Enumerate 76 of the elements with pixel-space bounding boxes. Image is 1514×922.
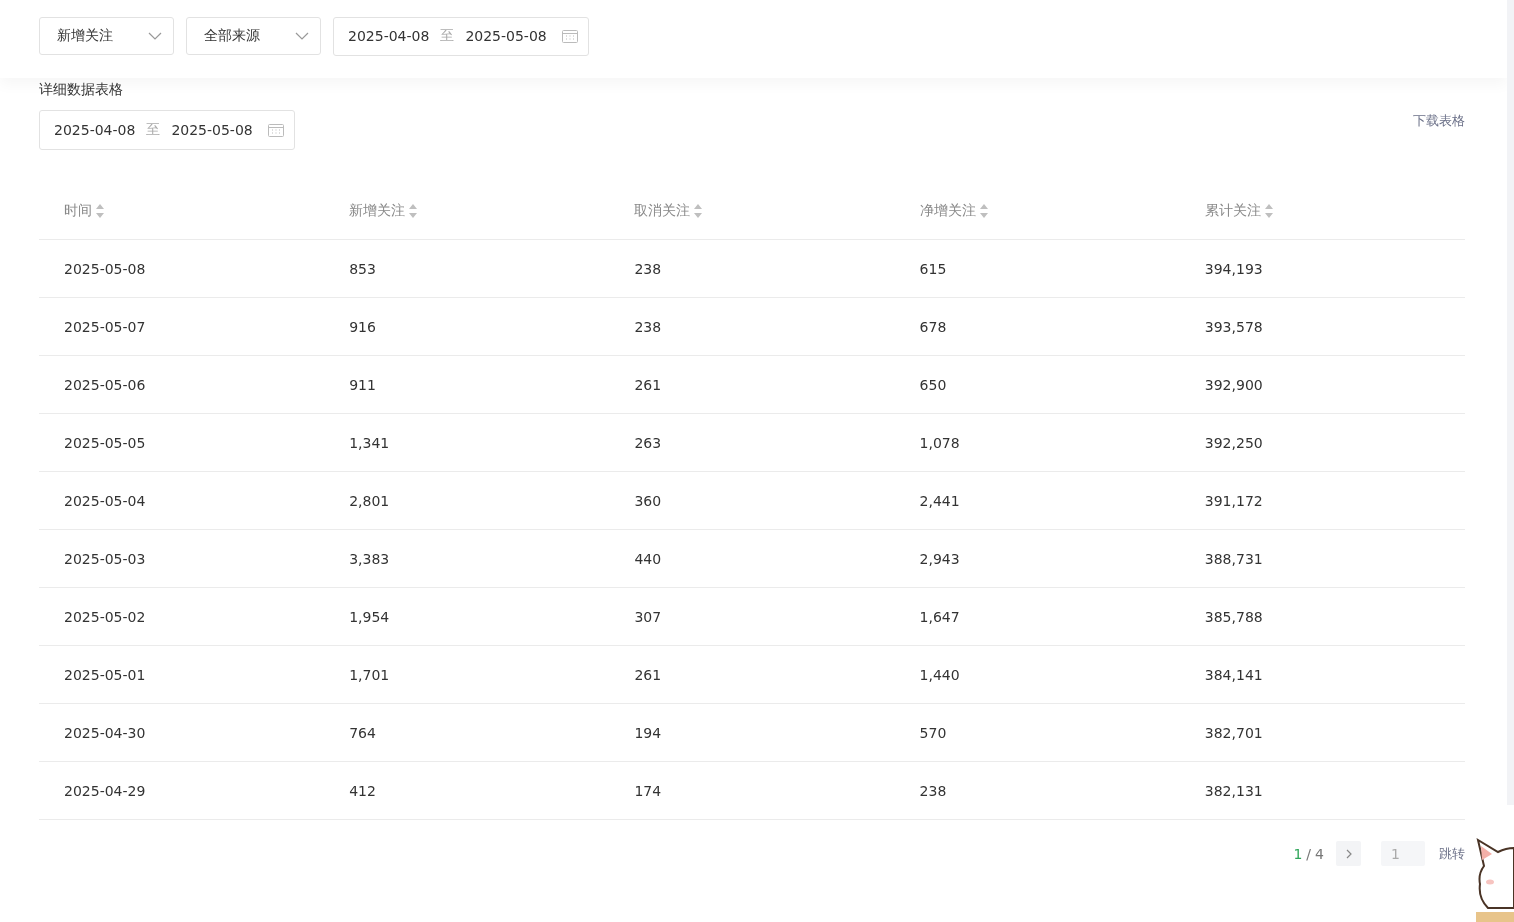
table-cell: 261 — [634, 666, 662, 683]
table-cell: 764 — [349, 724, 376, 741]
column-header[interactable]: 累计关注 — [1179, 201, 1465, 220]
sort-icon — [979, 203, 988, 218]
table-cell: 2025-04-30 — [64, 724, 146, 741]
table-cell: 2,441 — [919, 492, 960, 509]
table-cell: 391,172 — [1204, 492, 1263, 509]
table-cell: 2,801 — [349, 492, 390, 509]
table-cell: 393,578 — [1204, 318, 1263, 335]
column-header[interactable]: 净增关注 — [894, 201, 1180, 220]
section-title: 详细数据表格 — [39, 80, 124, 99]
table-cell: 263 — [634, 434, 662, 451]
table-cell: 382,701 — [1204, 724, 1263, 741]
chevron-down-icon — [148, 32, 162, 40]
table-cell: 2025-05-03 — [64, 550, 146, 567]
table-cell: 2,943 — [919, 550, 960, 567]
total-pages: 4 — [1315, 845, 1324, 862]
table-cell: 1,078 — [919, 434, 960, 451]
table-cell: 678 — [919, 318, 947, 335]
table-cell: 194 — [634, 724, 662, 741]
table-cell: 615 — [919, 260, 947, 277]
table-cell: 440 — [634, 550, 662, 567]
column-header[interactable]: 时间 — [39, 201, 325, 220]
date-range-picker[interactable]: 2025-04-08 至 2025-05-08 — [333, 16, 589, 56]
table-cell: 1,341 — [349, 434, 390, 451]
table-cell: 853 — [349, 260, 376, 277]
table-cell: 1,647 — [919, 608, 960, 625]
table-cell: 2025-05-07 — [64, 318, 146, 335]
current-page: 1 — [1293, 845, 1303, 862]
table-cell: 570 — [919, 724, 947, 741]
table-cell: 2025-05-05 — [64, 434, 146, 451]
table-cell: 3,383 — [349, 550, 390, 567]
table-cell: 261 — [634, 376, 662, 393]
column-header[interactable]: 新增关注 — [324, 201, 610, 220]
table-cell: 388,731 — [1204, 550, 1263, 567]
table-cell: 238 — [919, 782, 947, 799]
sort-icon — [96, 203, 104, 218]
table-cell: 916 — [349, 318, 376, 335]
table-cell: 412 — [349, 782, 376, 799]
table-cell: 385,788 — [1204, 608, 1263, 625]
table-cell: 2025-05-08 — [64, 260, 146, 277]
metric-select[interactable]: 新增关注 — [39, 17, 174, 55]
next-page-button[interactable] — [1336, 841, 1361, 866]
table-cell: 238 — [634, 318, 662, 335]
table-cell: 392,250 — [1204, 434, 1263, 451]
table-cell: 394,193 — [1204, 260, 1263, 277]
table-cell: 911 — [349, 376, 376, 393]
table-cell: 238 — [634, 260, 662, 277]
table-cell: 2025-04-29 — [64, 782, 146, 799]
calendar-icon — [561, 29, 578, 43]
table-cell: 2025-05-01 — [64, 666, 146, 683]
table-cell: 1,954 — [349, 608, 390, 625]
sort-icon — [1264, 203, 1273, 218]
sort-icon — [409, 203, 418, 218]
chevron-right-icon — [1345, 848, 1352, 859]
table-cell: 174 — [634, 782, 662, 799]
table-cell: 1,701 — [349, 666, 390, 683]
source-select[interactable]: 全部来源 — [186, 17, 321, 55]
download-link[interactable]: 下载表格 — [1413, 112, 1465, 130]
table-cell: 650 — [919, 376, 947, 393]
column-header[interactable]: 取消关注 — [609, 201, 895, 220]
table-cell: 384,141 — [1204, 666, 1263, 683]
table-cell: 307 — [634, 608, 662, 625]
table-cell: 2025-05-06 — [64, 376, 146, 393]
calendar-icon — [267, 123, 284, 137]
jump-link[interactable]: 跳转 — [1439, 844, 1465, 863]
table-cell: 1,440 — [919, 666, 960, 683]
date-range-picker[interactable]: 2025-04-08 至 2025-05-08 — [39, 110, 295, 150]
page-separator: / — [1306, 845, 1312, 862]
table-cell: 382,131 — [1204, 782, 1263, 799]
table-cell: 2025-05-02 — [64, 608, 146, 625]
table-cell: 392,900 — [1204, 376, 1263, 393]
table-cell: 360 — [634, 492, 662, 509]
sort-icon — [694, 203, 703, 218]
table-cell: 2025-05-04 — [64, 492, 146, 509]
chevron-down-icon — [295, 32, 309, 40]
